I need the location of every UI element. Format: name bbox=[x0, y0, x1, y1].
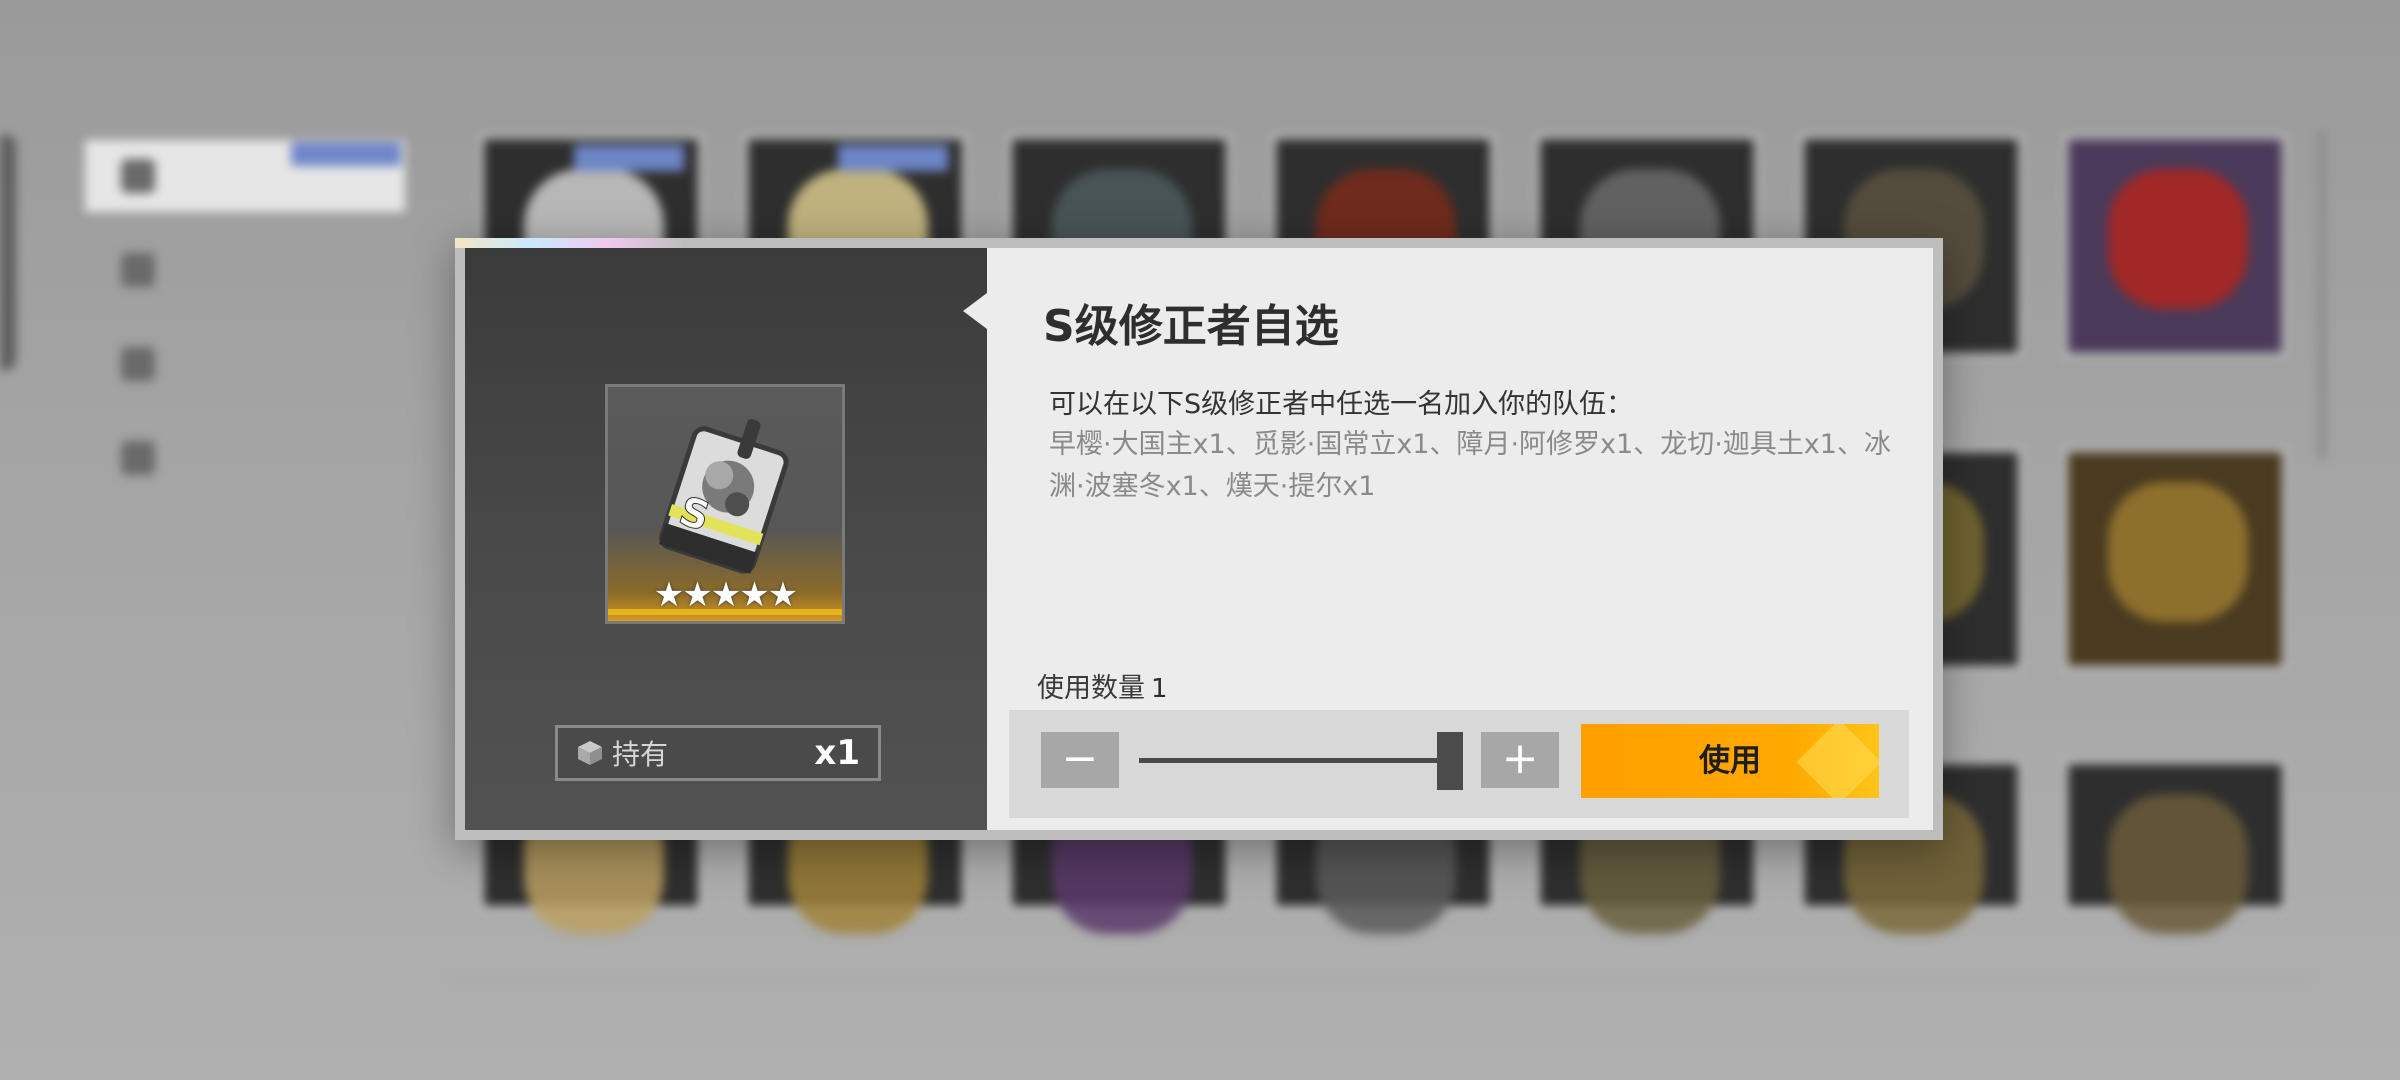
sidebar-item bbox=[85, 234, 405, 306]
quantity-control-bar: − + 使用 bbox=[1009, 710, 1909, 818]
panel-pointer bbox=[963, 293, 987, 329]
owned-label: 持有 bbox=[612, 738, 669, 771]
item-detail-panel: S级修正者自选 可以在以下S级修正者中任选一名加入你的队伍： 早樱·大国主x1、… bbox=[987, 248, 1933, 830]
inventory-card bbox=[2064, 135, 2286, 357]
left-edge-tab bbox=[0, 135, 16, 370]
sidebar-item bbox=[85, 328, 405, 400]
rarity-underline bbox=[608, 609, 842, 615]
inventory-card bbox=[2064, 448, 2286, 670]
divider bbox=[440, 980, 2320, 982]
item-title: S级修正者自选 bbox=[1043, 301, 1339, 352]
sidebar-item-active bbox=[85, 140, 405, 212]
quantity-label-row: 使用数量 1 bbox=[1037, 666, 1168, 705]
owned-count-box: 持有 x1 bbox=[555, 725, 881, 781]
scrollbar bbox=[2318, 130, 2326, 460]
use-button-label: 使用 bbox=[1699, 743, 1761, 779]
category-sidebar bbox=[85, 140, 405, 516]
sidebar-item bbox=[85, 422, 405, 494]
item-description: 可以在以下S级修正者中任选一名加入你的队伍： bbox=[1049, 389, 1634, 420]
slider-fill bbox=[1139, 758, 1439, 763]
decrease-button[interactable]: − bbox=[1041, 732, 1119, 788]
item-preview-panel: S ★★★★★ 持有 x1 bbox=[465, 248, 987, 830]
increase-button[interactable]: + bbox=[1481, 732, 1559, 788]
rarity-glow-strip bbox=[455, 238, 685, 248]
quantity-value: 1 bbox=[1151, 674, 1168, 704]
quantity-label: 使用数量 bbox=[1037, 673, 1145, 704]
box-icon bbox=[578, 741, 602, 765]
quantity-slider[interactable] bbox=[1139, 758, 1439, 763]
use-button[interactable]: 使用 bbox=[1581, 724, 1879, 798]
item-use-dialog: S ★★★★★ 持有 x1 S级修正者自选 可以在以下S级修正者中任选一名加入你… bbox=[455, 238, 1943, 840]
selectable-options-list: 早樱·大国主x1、觅影·国常立x1、障月·阿修罗x1、龙切·迦具土x1、冰渊·波… bbox=[1049, 429, 1891, 502]
item-card: S ★★★★★ bbox=[605, 384, 845, 624]
slider-handle[interactable] bbox=[1437, 732, 1463, 790]
button-decoration bbox=[1796, 724, 1879, 798]
s-rank-badge-icon: S bbox=[659, 419, 789, 574]
owned-count: x1 bbox=[814, 733, 860, 773]
screen: S ★★★★★ 持有 x1 S级修正者自选 可以在以下S级修正者中任选一名加入你… bbox=[0, 0, 2400, 1080]
inventory-card bbox=[2064, 760, 2286, 934]
